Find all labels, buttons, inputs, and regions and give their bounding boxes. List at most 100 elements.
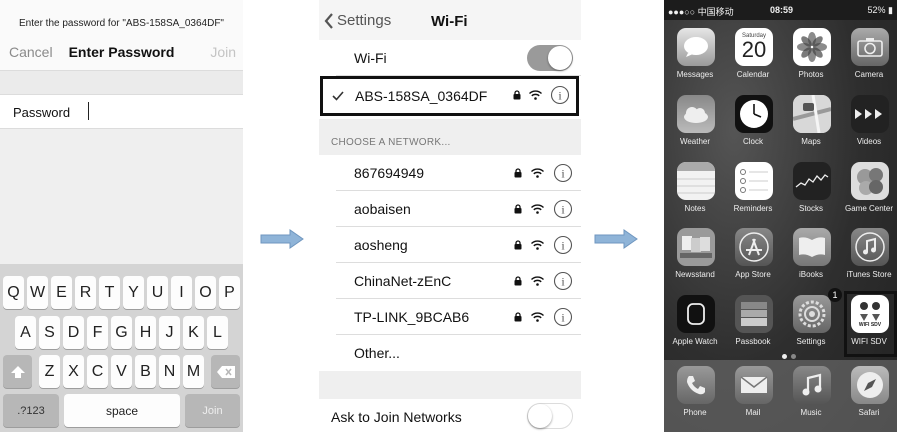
app-calendar[interactable]: Saturday 20 Calendar — [724, 28, 782, 93]
section-spacer — [319, 371, 581, 399]
cancel-button[interactable]: Cancel — [9, 44, 53, 60]
network-row[interactable]: TP-LINK_9BCAB6 i — [319, 299, 581, 335]
key[interactable]: O — [195, 276, 216, 309]
right-arrow-icon — [594, 229, 638, 249]
wifi-signal-icon — [531, 312, 544, 322]
info-icon[interactable]: i — [553, 307, 573, 327]
app-app-store[interactable]: App Store — [724, 228, 782, 293]
key[interactable]: K — [183, 316, 204, 349]
key[interactable]: N — [159, 355, 180, 388]
app-notes[interactable]: Notes — [666, 162, 724, 227]
app-label: Phone — [683, 408, 707, 417]
other-label: Other... — [354, 345, 400, 361]
key[interactable]: H — [135, 316, 156, 349]
app-reminders[interactable]: Reminders — [724, 162, 782, 227]
checkmark-icon — [332, 91, 344, 101]
key[interactable]: B — [135, 355, 156, 388]
key[interactable]: Q — [3, 276, 24, 309]
toggle-knob — [548, 46, 572, 70]
key[interactable]: U — [147, 276, 168, 309]
back-button[interactable]: Settings — [324, 12, 391, 29]
key[interactable]: E — [51, 276, 72, 309]
key[interactable]: C — [87, 355, 108, 388]
info-icon[interactable]: i — [553, 199, 573, 219]
other-network-row[interactable]: Other... — [319, 335, 581, 371]
key[interactable]: J — [159, 316, 180, 349]
key[interactable]: L — [207, 316, 228, 349]
app-photos[interactable]: Photos — [782, 28, 840, 93]
app-settings[interactable]: Settings — [782, 295, 840, 360]
app-phone[interactable]: Phone — [666, 366, 724, 431]
app-label: Photos — [798, 70, 824, 79]
password-field[interactable] — [85, 101, 235, 123]
info-icon[interactable]: i — [550, 85, 570, 105]
key[interactable]: D — [63, 316, 84, 349]
app-label: Messages — [676, 70, 714, 79]
app-game-center[interactable]: Game Center — [840, 162, 897, 227]
network-row[interactable]: ChinaNet-zEnC i — [319, 263, 581, 299]
app-maps[interactable]: Maps — [782, 95, 840, 160]
key[interactable]: R — [75, 276, 96, 309]
page-indicator — [782, 354, 796, 359]
settings-badge: 1 — [828, 288, 842, 302]
app-ibooks[interactable]: iBooks — [782, 228, 840, 293]
connected-network-row[interactable]: ABS-158SA_0364DF i — [320, 76, 579, 116]
key[interactable]: M — [183, 355, 204, 388]
ask-to-join-label: Ask to Join Networks — [331, 409, 462, 425]
keyboard-row-3: Z X C V B N M — [0, 355, 243, 389]
app-apple-watch[interactable]: Apple Watch — [666, 295, 724, 360]
keyboard: Q W E R T Y U I O P A S D F G H J K L Z — [0, 264, 243, 432]
app-label: iTunes Store — [846, 270, 892, 279]
gear-icon — [793, 295, 831, 333]
wifi-signal-icon — [531, 168, 544, 178]
app-passbook[interactable]: Passbook — [724, 295, 782, 360]
wifi-signal-icon — [529, 90, 542, 100]
shift-key[interactable] — [3, 355, 32, 388]
numbers-key[interactable]: .?123 — [3, 394, 59, 427]
key[interactable]: Y — [123, 276, 144, 309]
key[interactable]: S — [39, 316, 60, 349]
app-weather[interactable]: Weather — [666, 95, 724, 160]
music-icon — [793, 366, 831, 404]
password-label: Password — [13, 105, 71, 120]
info-icon[interactable]: i — [553, 235, 573, 255]
app-clock[interactable]: Clock — [724, 95, 782, 160]
app-safari[interactable]: Safari — [840, 366, 897, 431]
key[interactable]: F — [87, 316, 108, 349]
maps-icon — [793, 95, 831, 133]
key[interactable]: V — [111, 355, 132, 388]
info-icon[interactable]: i — [553, 271, 573, 291]
app-stocks[interactable]: Stocks — [782, 162, 840, 227]
app-label: Mail — [745, 408, 761, 417]
wifi-signal-icon — [531, 204, 544, 214]
app-newsstand[interactable]: Newsstand — [666, 228, 724, 293]
key[interactable]: T — [99, 276, 120, 309]
ask-to-join-toggle[interactable] — [527, 403, 573, 429]
app-camera[interactable]: Camera — [840, 28, 897, 93]
network-row[interactable]: 867694949 i — [319, 155, 581, 191]
app-label: Clock — [742, 137, 763, 146]
key[interactable]: X — [63, 355, 84, 388]
wifi-signal-icon — [531, 240, 544, 250]
space-key[interactable]: space — [64, 394, 180, 427]
wifi-toggle[interactable] — [527, 45, 573, 71]
app-videos[interactable]: Videos — [840, 95, 897, 160]
join-button[interactable]: Join — [210, 44, 236, 60]
key[interactable]: W — [27, 276, 48, 309]
notes-icon — [677, 162, 715, 200]
app-itunes-store[interactable]: iTunes Store — [840, 228, 897, 293]
app-music[interactable]: Music — [782, 366, 840, 431]
app-mail[interactable]: Mail — [724, 366, 782, 431]
key[interactable]: I — [171, 276, 192, 309]
key[interactable]: Z — [39, 355, 60, 388]
info-icon[interactable]: i — [553, 163, 573, 183]
join-key[interactable]: Join — [185, 394, 240, 427]
network-row[interactable]: aosheng i — [319, 227, 581, 263]
app-messages[interactable]: Messages — [666, 28, 724, 93]
key[interactable]: P — [219, 276, 240, 309]
key[interactable]: G — [111, 316, 132, 349]
key[interactable]: A — [15, 316, 36, 349]
lock-icon — [513, 90, 521, 100]
network-row[interactable]: aobaisen i — [319, 191, 581, 227]
delete-key[interactable] — [211, 355, 240, 388]
